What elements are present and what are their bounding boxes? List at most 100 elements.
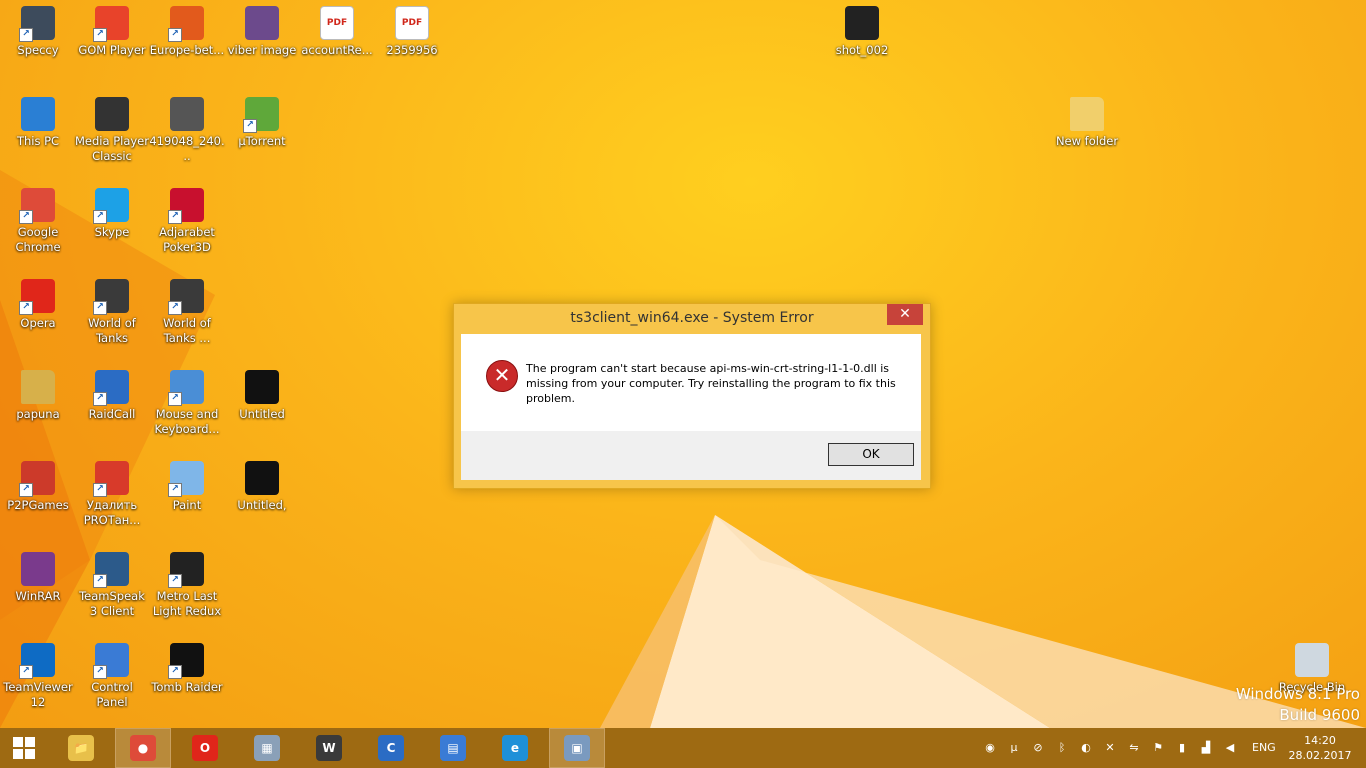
shortcut-arrow-icon: ↗ (19, 483, 33, 497)
desktop-icon-label: Control Panel (91, 680, 133, 709)
desktop-icon-label: shot_002 (835, 43, 889, 57)
desktop-icon[interactable]: ↗ P2PGames (0, 461, 76, 513)
desktop-icon[interactable]: ↗ Speccy (0, 6, 76, 58)
taskbar-app-button[interactable]: ● (115, 728, 171, 768)
flag-icon[interactable]: ⚑ (1151, 741, 1165, 755)
desktop-icon[interactable]: Untitled, (224, 461, 300, 513)
desktop-icon[interactable]: ↗ µTorrent (224, 97, 300, 149)
watermark-build: Build 9600 (1279, 706, 1360, 724)
desktop[interactable]: ↗ Speccy ↗ GOM Player ↗ Europe-bet... viber im… (0, 0, 1366, 728)
teamspeak-tray-icon[interactable]: ◐ (1079, 741, 1093, 755)
desktop-icon[interactable]: ↗ Europe-bet... (149, 6, 225, 58)
taskbar-app-button[interactable]: ▦ (239, 728, 295, 768)
image-file-icon (245, 461, 279, 495)
desktop-icon-label: World of Tanks (88, 316, 136, 345)
recycle-bin-icon (1295, 643, 1329, 677)
desktop-icon[interactable]: ↗ TeamSpeak 3 Client (74, 552, 150, 619)
battery-icon[interactable]: ▮ (1175, 741, 1189, 755)
desktop-icon-label: Adjarabet Poker3D (159, 225, 215, 254)
desktop-icon[interactable]: ↗ Tomb Raider (149, 643, 225, 695)
dialog-body: ✕ The program can't start because api-ms… (461, 334, 921, 480)
desktop-icon-label: TeamViewer 12 (3, 680, 73, 709)
desktop-icon[interactable]: PDF accountRe... (299, 6, 375, 58)
desktop-icon[interactable]: ↗ Skype (74, 188, 150, 240)
media-player-icon: ▤ (440, 735, 466, 761)
desktop-icon[interactable]: ↗ Control Panel (74, 643, 150, 710)
internet-explorer-icon: e (502, 735, 528, 761)
mouse-keyboard-icon: ↗ (168, 370, 204, 406)
desktop-icon-label: Удалить PROТан... (83, 498, 141, 527)
desktop-icon[interactable]: ↗ Adjarabet Poker3D (149, 188, 225, 255)
clock-time: 14:20 (1304, 734, 1336, 747)
metro-icon: ↗ (168, 552, 204, 588)
taskbar-app-button[interactable]: e (487, 728, 543, 768)
this-pc-icon (21, 97, 55, 131)
desktop-icon[interactable]: ↗ World of Tanks ... (149, 279, 225, 346)
desktop-icon[interactable]: viber image (224, 6, 300, 58)
ok-button[interactable]: OK (828, 443, 914, 466)
clock[interactable]: 14:20 28.02.2017 (1288, 733, 1352, 763)
desktop-icon[interactable]: papuna (0, 370, 76, 422)
desktop-icon[interactable]: ↗ RaidCall (74, 370, 150, 422)
desktop-icon[interactable]: New folder (1049, 97, 1125, 149)
user-folder-icon (21, 370, 55, 404)
desktop-icon[interactable]: shot_002 (824, 6, 900, 58)
p2pgames-icon: ↗ (19, 461, 55, 497)
desktop-icon[interactable]: ↗ GOM Player (74, 6, 150, 58)
raidcall-icon: ↗ (93, 370, 129, 406)
shortcut-arrow-icon: ↗ (168, 392, 182, 406)
desktop-icon[interactable]: Untitled (224, 370, 300, 422)
taskbar-app-button[interactable]: ▣ (549, 728, 605, 768)
desktop-icon[interactable]: ↗ Удалить PROТан... (74, 461, 150, 528)
desktop-icon[interactable]: Media Player Classic (74, 97, 150, 164)
taskbar-app-button[interactable]: 📁 (53, 728, 109, 768)
utorrent-tray-icon[interactable]: µ (1007, 741, 1021, 755)
desktop-icon[interactable]: WinRAR (0, 552, 76, 604)
desktop-icon[interactable]: ↗ Opera (0, 279, 76, 331)
volume-icon[interactable]: ◀ (1223, 741, 1237, 755)
taskbar-app-button[interactable]: ▤ (425, 728, 481, 768)
world-of-tanks-icon: ↗ (168, 279, 204, 315)
dialog-title: ts3client_win64.exe - System Error (570, 310, 814, 326)
desktop-icon[interactable]: ↗ Metro Last Light Redux (149, 552, 225, 619)
world-of-tanks-icon: ↗ (93, 279, 129, 315)
antivirus-tray-icon[interactable]: ⊘ (1031, 741, 1045, 755)
language-indicator[interactable]: ENG (1252, 741, 1276, 754)
teamviewer-tray-icon[interactable]: ◉ (983, 741, 997, 755)
desktop-icon[interactable]: 419048_240... (149, 97, 225, 164)
desktop-icon[interactable]: PDF 2359956 (374, 6, 450, 58)
usb-icon[interactable]: ⇋ (1127, 741, 1141, 755)
network-disabled-icon[interactable]: ✕ (1103, 741, 1117, 755)
uninstall-icon: ↗ (93, 461, 129, 497)
desktop-icon-label: TeamSpeak 3 Client (79, 589, 145, 618)
desktop-icon[interactable]: This PC (0, 97, 76, 149)
close-button[interactable]: ✕ (887, 304, 923, 325)
shortcut-arrow-icon: ↗ (93, 392, 107, 406)
system-error-dialog[interactable]: ts3client_win64.exe - System Error ✕ ✕ T… (453, 303, 931, 489)
desktop-icon[interactable]: ↗ Mouse and Keyboard... (149, 370, 225, 437)
desktop-icon-label: Mouse and Keyboard... (154, 407, 220, 436)
taskbar-app-button[interactable]: W (301, 728, 357, 768)
desktop-icon-label: Untitled (239, 407, 285, 421)
windows-start-icon[interactable] (0, 728, 48, 768)
desktop-icon-label: GOM Player (78, 43, 146, 57)
desktop-icon-label: World of Tanks ... (163, 316, 211, 345)
desktop-icon[interactable]: ↗ TeamViewer 12 (0, 643, 76, 710)
desktop-icon[interactable]: ↗ Google Chrome (0, 188, 76, 255)
desktop-icon[interactable]: ↗ Paint (149, 461, 225, 513)
desktop-icon-label: 419048_240... (149, 134, 225, 163)
desktop-icon-label: 2359956 (386, 43, 438, 57)
system-error-window-icon: ▣ (564, 735, 590, 761)
taskbar-app-button[interactable]: C (363, 728, 419, 768)
gom-player-icon: ↗ (93, 6, 129, 42)
bluetooth-icon[interactable]: ᛒ (1055, 741, 1069, 755)
taskbar-app-button[interactable]: O (177, 728, 233, 768)
desktop-icon-label: accountRe... (301, 43, 373, 57)
desktop-icon[interactable]: ↗ World of Tanks (74, 279, 150, 346)
error-message: The program can't start because api-ms-w… (526, 362, 896, 405)
desktop-icon-label: Paint (172, 498, 202, 512)
desktop-icon-label: Media Player Classic (75, 134, 149, 163)
signal-icon[interactable]: ▟ (1199, 741, 1213, 755)
desktop-icon-label: Opera (20, 316, 56, 330)
tomb-raider-icon: ↗ (168, 643, 204, 679)
